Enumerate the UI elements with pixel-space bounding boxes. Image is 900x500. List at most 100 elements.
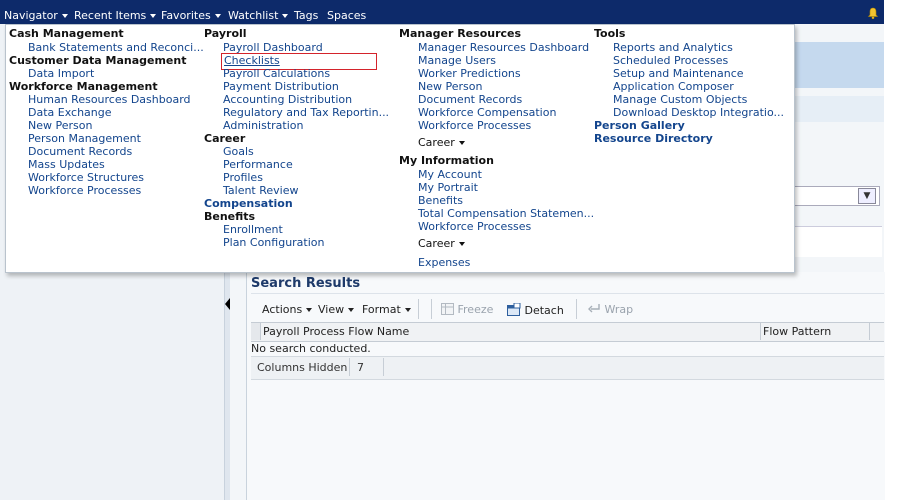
nav-item-payment-distribution[interactable]: Payment Distribution: [223, 80, 339, 93]
career-submenu-my[interactable]: Career: [418, 237, 465, 250]
nav-item-hr-dashboard[interactable]: Human Resources Dashboard: [28, 93, 191, 106]
chevron-down-icon: [348, 308, 355, 312]
category-cash-management: Cash Management: [9, 27, 124, 40]
nav-item-bank-statements[interactable]: Bank Statements and Reconci...: [28, 41, 204, 54]
category-customer-data-management: Customer Data Management: [9, 54, 187, 67]
recent-items-menu[interactable]: Recent Items: [74, 9, 157, 22]
search-field-area: [794, 226, 882, 257]
nav-item-application-composer[interactable]: Application Composer: [613, 80, 734, 93]
chevron-down-icon[interactable]: ▼: [858, 188, 876, 204]
navigator-menu[interactable]: Navigator: [4, 9, 68, 22]
nav-item-workforce-processes-mgr[interactable]: Workforce Processes: [418, 119, 531, 132]
format-menu[interactable]: Format: [362, 303, 411, 316]
detach-button[interactable]: Detach: [507, 302, 564, 317]
detach-label: Detach: [524, 304, 564, 317]
nav-item-accounting-distribution[interactable]: Accounting Distribution: [223, 93, 352, 106]
nav-item-regulatory-tax-reporting[interactable]: Regulatory and Tax Reportin...: [223, 106, 389, 119]
chevron-down-icon: [458, 141, 465, 145]
nav-item-expenses[interactable]: Expenses: [418, 256, 470, 269]
column-header-process-flow-name[interactable]: Payroll Process Flow Name: [263, 325, 409, 338]
nav-item-enrollment[interactable]: Enrollment: [223, 223, 283, 236]
nav-item-compensation[interactable]: Compensation: [204, 197, 293, 210]
nav-item-my-portrait[interactable]: My Portrait: [418, 181, 478, 194]
chevron-down-icon: [306, 308, 313, 312]
nav-item-person-gallery[interactable]: Person Gallery: [594, 119, 685, 132]
nav-item-manage-users[interactable]: Manage Users: [418, 54, 496, 67]
nav-item-document-records[interactable]: Document Records: [28, 145, 132, 158]
nav-item-reports-analytics[interactable]: Reports and Analytics: [613, 41, 733, 54]
nav-item-administration[interactable]: Administration: [223, 119, 304, 132]
nav-item-workforce-processes[interactable]: Workforce Processes: [28, 184, 141, 197]
nav-item-total-compensation[interactable]: Total Compensation Statemen...: [418, 207, 594, 220]
nav-item-mass-updates[interactable]: Mass Updates: [28, 158, 105, 171]
view-label: View: [318, 303, 345, 316]
category-my-information: My Information: [399, 154, 494, 167]
recent-items-label: Recent Items: [74, 9, 147, 22]
career-submenu-mgr[interactable]: Career: [418, 136, 465, 149]
search-results-title: Search Results: [251, 276, 361, 291]
career-submenu-label: Career: [418, 237, 455, 250]
columns-hidden-count: 7: [357, 361, 364, 374]
freeze-button[interactable]: Freeze: [441, 303, 493, 316]
nav-item-new-person-mgr[interactable]: New Person: [418, 80, 482, 93]
nav-item-workforce-processes-my[interactable]: Workforce Processes: [418, 220, 531, 233]
nav-item-workforce-compensation[interactable]: Workforce Compensation: [418, 106, 556, 119]
column-divider[interactable]: [760, 323, 761, 340]
nav-item-manager-resources-dashboard[interactable]: Manager Resources Dashboard: [418, 41, 589, 54]
status-divider: [349, 358, 350, 376]
divider: [251, 293, 884, 294]
nav-item-new-person[interactable]: New Person: [28, 119, 92, 132]
toolbar-separator: [576, 299, 577, 319]
nav-item-talent-review[interactable]: Talent Review: [223, 184, 299, 197]
row-selector-header[interactable]: [251, 323, 261, 340]
career-submenu-label: Career: [418, 136, 455, 149]
category-benefits: Benefits: [204, 210, 256, 223]
nav-item-goals[interactable]: Goals: [223, 145, 254, 158]
category-payroll: Payroll: [204, 27, 247, 40]
nav-item-scheduled-processes[interactable]: Scheduled Processes: [613, 54, 728, 67]
nav-item-download-desktop-integration[interactable]: Download Desktop Integratio...: [613, 106, 784, 119]
nav-item-document-records-mgr[interactable]: Document Records: [418, 93, 522, 106]
freeze-icon: [441, 303, 454, 315]
nav-item-resource-directory[interactable]: Resource Directory: [594, 132, 713, 145]
nav-item-profiles[interactable]: Profiles: [223, 171, 263, 184]
column-header-flow-pattern[interactable]: Flow Pattern: [763, 325, 831, 338]
actions-menu[interactable]: Actions: [262, 303, 313, 316]
nav-item-worker-predictions[interactable]: Worker Predictions: [418, 67, 521, 80]
empty-results-message: No search conducted.: [251, 342, 371, 355]
freeze-label: Freeze: [457, 303, 494, 316]
nav-item-my-account[interactable]: My Account: [418, 168, 482, 181]
nav-item-performance[interactable]: Performance: [223, 158, 293, 171]
nav-item-checklists[interactable]: Checklists: [224, 54, 280, 67]
nav-item-manage-custom-objects[interactable]: Manage Custom Objects: [613, 93, 747, 106]
nav-item-setup-maintenance[interactable]: Setup and Maintenance: [613, 67, 744, 80]
column-divider[interactable]: [869, 323, 870, 340]
watchlist-menu[interactable]: Watchlist: [228, 9, 289, 22]
wrap-label: Wrap: [604, 303, 634, 316]
global-header: Navigator Recent Items Favorites Watchli…: [0, 0, 884, 24]
notification-bell-icon[interactable]: [867, 7, 879, 19]
tags-link[interactable]: Tags: [294, 9, 318, 22]
nav-item-data-exchange[interactable]: Data Exchange: [28, 106, 112, 119]
view-menu[interactable]: View: [318, 303, 355, 316]
chevron-down-icon: [282, 14, 289, 18]
watchlist-label: Watchlist: [228, 9, 279, 22]
nav-item-plan-configuration[interactable]: Plan Configuration: [223, 236, 325, 249]
chevron-down-icon: [150, 14, 157, 18]
favorites-label: Favorites: [161, 9, 211, 22]
nav-item-payroll-calculations[interactable]: Payroll Calculations: [223, 67, 330, 80]
chevron-down-icon: [404, 308, 411, 312]
nav-item-data-import[interactable]: Data Import: [28, 67, 94, 80]
nav-item-workforce-structures[interactable]: Workforce Structures: [28, 171, 144, 184]
detach-icon: [507, 302, 521, 316]
toolbar-separator: [431, 299, 432, 319]
spaces-link[interactable]: Spaces: [327, 9, 366, 22]
wrap-button[interactable]: Wrap: [587, 303, 633, 316]
nav-item-benefits[interactable]: Benefits: [418, 194, 463, 207]
format-label: Format: [362, 303, 401, 316]
category-tools: Tools: [594, 27, 626, 40]
wrap-icon: [588, 304, 600, 313]
nav-item-person-management[interactable]: Person Management: [28, 132, 141, 145]
category-career: Career: [204, 132, 246, 145]
favorites-menu[interactable]: Favorites: [161, 9, 221, 22]
